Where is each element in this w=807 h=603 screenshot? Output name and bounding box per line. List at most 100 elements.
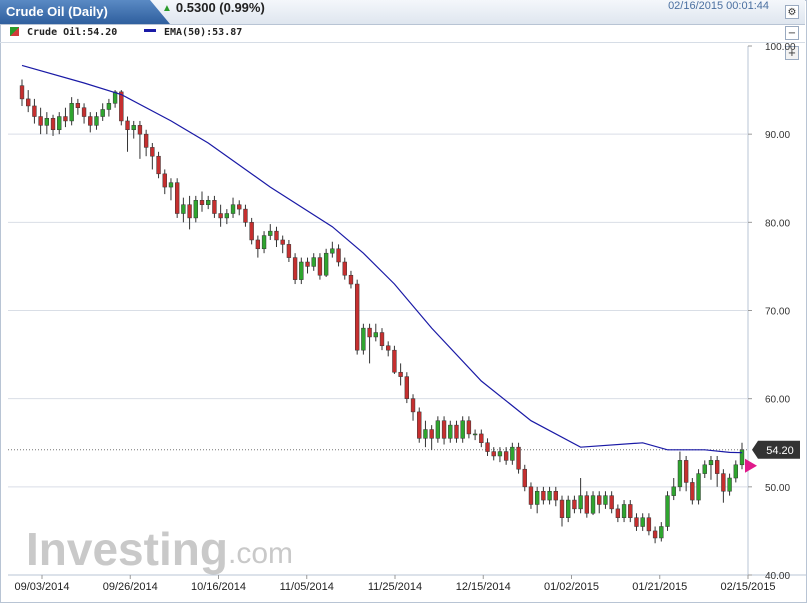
candle-body (497, 451, 503, 457)
candle-body (317, 257, 323, 276)
candle-body (634, 517, 639, 527)
x-tick-label: 01/02/2015 (544, 581, 599, 593)
candle-body (472, 433, 478, 436)
candle-body (603, 495, 608, 505)
candle-body (323, 252, 329, 276)
candle-body (330, 248, 335, 254)
candle-body (429, 429, 434, 439)
candle-body (44, 118, 50, 126)
candle-body (75, 103, 81, 108)
candle-body (143, 133, 149, 148)
candle-body (510, 446, 515, 461)
candle-body (659, 526, 664, 539)
candle-body (286, 244, 292, 258)
watermark-brand: Investing (26, 523, 228, 575)
candle-body (652, 530, 658, 539)
candle-body (106, 103, 112, 110)
candle-body (690, 482, 695, 501)
candle-body (733, 464, 738, 479)
candle-body (466, 420, 472, 435)
candle-body (683, 460, 689, 483)
candle-body (708, 460, 714, 466)
y-tick-label: 100.00 (765, 42, 796, 53)
candle-body (237, 204, 242, 210)
candle-body (38, 116, 43, 126)
candle-body (677, 460, 683, 488)
price-chart: Investing .com 100.00 90.00 80.00 70.00 60.00 5… (8, 42, 807, 593)
candle-body (274, 230, 279, 241)
candle-body (150, 147, 155, 157)
candle-body (81, 107, 87, 117)
candle-body (348, 274, 354, 285)
x-tick-label: 12/15/2014 (456, 581, 511, 593)
candle-body (336, 248, 341, 263)
candle-body (386, 345, 391, 351)
candle-body (187, 204, 192, 219)
candle-body (665, 495, 670, 527)
candle-body (181, 204, 186, 214)
candle-body (354, 283, 360, 351)
candle-body (597, 495, 602, 505)
candle-body (615, 508, 621, 518)
candle-body (522, 468, 527, 488)
candle-body (268, 230, 273, 236)
candle-body (168, 182, 174, 188)
candle-body (218, 213, 223, 219)
y-tick-label: 80.00 (765, 218, 790, 229)
candle-body (702, 464, 707, 474)
candle-body (435, 420, 441, 439)
candle-body (212, 200, 217, 214)
x-tick-label: 09/03/2014 (14, 581, 69, 593)
x-tick-label: 10/16/2014 (191, 581, 246, 593)
candle-body (100, 109, 105, 117)
candle-body (125, 120, 130, 131)
candle-body (311, 257, 316, 267)
candle-body (609, 495, 614, 510)
candle-body (584, 495, 590, 514)
candle-body (174, 182, 180, 214)
y-tick-label: 70.00 (765, 307, 790, 318)
candle-body (590, 495, 596, 514)
candle-body (392, 349, 397, 373)
candle-body (714, 460, 720, 474)
candle-body (162, 173, 167, 188)
candle-body (88, 116, 93, 126)
candle-body (249, 222, 254, 241)
candle-body (32, 105, 37, 117)
candle-body (534, 490, 540, 505)
x-tick-label: 01/21/2015 (632, 581, 687, 593)
y-tick-label: 90.00 (765, 130, 790, 141)
last-price-marker-icon (745, 458, 757, 473)
x-tick-label: 02/15/2015 (720, 581, 775, 593)
candle-body (485, 442, 490, 452)
candle-body (417, 411, 422, 439)
candle-body (94, 116, 99, 126)
candle-body (646, 517, 652, 532)
candle-body (739, 449, 745, 466)
candle-body (305, 261, 310, 267)
candle-body (119, 91, 124, 122)
candle-body (404, 376, 410, 399)
y-tick-label: 60.00 (765, 395, 790, 406)
candle-body (292, 257, 298, 280)
candle-body (454, 424, 459, 439)
candle-body (299, 261, 304, 280)
watermark-suffix: .com (228, 537, 293, 570)
candle-body (547, 490, 552, 501)
candle-body (460, 420, 465, 439)
x-tick-label: 11/05/2014 (280, 581, 334, 593)
candle-body (516, 446, 521, 470)
candle-body (727, 477, 732, 492)
candle-body (696, 473, 701, 501)
candle-body (26, 98, 31, 107)
candle-body (448, 424, 453, 439)
candle-body (566, 499, 571, 518)
candle-body (479, 433, 484, 443)
candle-body (367, 327, 372, 338)
candle-body (578, 495, 583, 510)
candle-body (50, 118, 56, 131)
candle-body (361, 327, 366, 351)
candle-body (503, 451, 509, 461)
candle-body (193, 200, 198, 219)
candle-body (640, 517, 645, 527)
